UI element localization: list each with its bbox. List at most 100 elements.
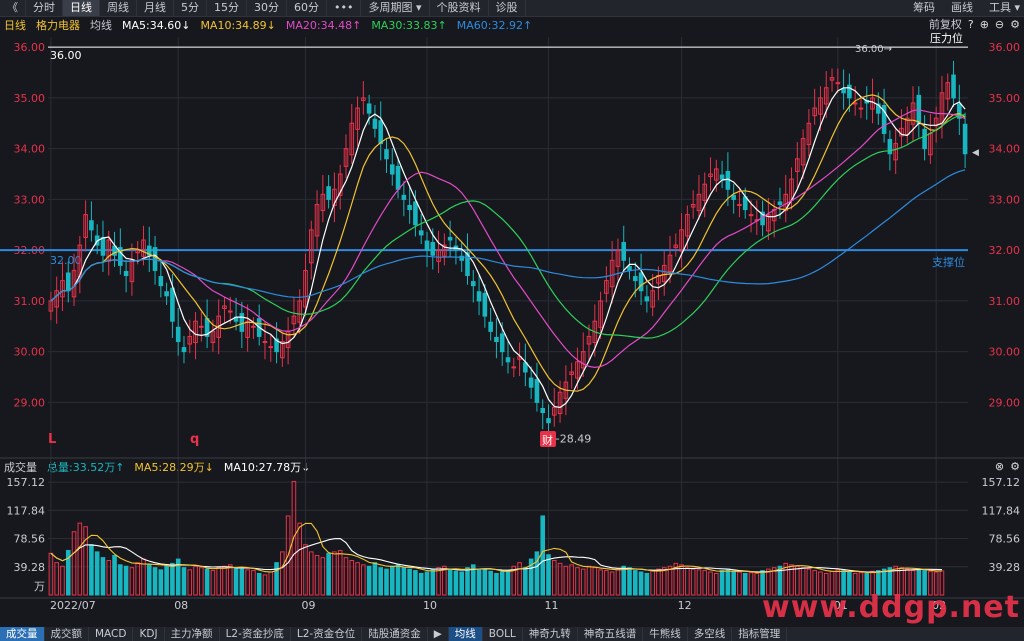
volume-bar-6 <box>83 526 88 596</box>
indicator-tab-10[interactable]: BOLL <box>483 627 523 641</box>
indicator-tab-12[interactable]: 神奇五线谱 <box>578 627 644 641</box>
volume-bar-82 <box>523 567 528 596</box>
volume-bar-45 <box>308 551 314 596</box>
candle-body-58 <box>384 149 389 160</box>
volume-bar-29 <box>216 567 221 596</box>
x-tick-2: 09 <box>301 599 315 612</box>
candle-body-63 <box>413 201 418 226</box>
candle-body-79 <box>505 357 511 363</box>
volume-bar-27 <box>204 568 210 596</box>
tab-2[interactable]: 周线 <box>100 0 137 16</box>
indicator-tab-14[interactable]: 多空线 <box>688 627 733 641</box>
candle-body-19 <box>158 276 164 287</box>
volume-bar-71 <box>459 571 465 596</box>
volume-bar-104 <box>650 570 655 596</box>
candle-body-74 <box>476 291 482 302</box>
indicator-tab-8[interactable]: ▶ <box>428 627 449 641</box>
volume-bar-89 <box>563 565 569 596</box>
volume-bar-58 <box>384 568 389 596</box>
toolbar-right-1[interactable]: 画线 <box>951 0 973 16</box>
toolbar-right-0[interactable]: 筹码 <box>913 0 935 16</box>
y-tick-right-0: 36.00 <box>989 41 1021 54</box>
volume-bar-18 <box>152 567 158 596</box>
volume-bar-115 <box>714 572 719 596</box>
y-tick-right-1: 35.00 <box>989 92 1021 105</box>
resistance-value: 36.00 <box>50 49 82 62</box>
tab-9[interactable]: 多周期图 ▾ <box>361 0 430 16</box>
toolbar-right: 筹码 画线 工具 ▾ <box>913 0 1020 16</box>
candle-body-65 <box>424 240 430 251</box>
indicator-tab-5[interactable]: L2-资金抄底 <box>220 627 291 641</box>
tab-6[interactable]: 30分 <box>247 0 287 16</box>
volume-bar-113 <box>702 570 708 596</box>
volume-bar-52 <box>349 560 355 596</box>
indicator-tab-0[interactable]: 成交量 <box>0 627 45 641</box>
volume-bar-100 <box>627 567 632 596</box>
tab-4[interactable]: 5分 <box>174 0 207 16</box>
back-button[interactable]: 《 <box>0 0 26 16</box>
tab-3[interactable]: 月线 <box>137 0 174 16</box>
tab-1[interactable]: 日线 <box>63 0 100 16</box>
support-value: 32.00 <box>50 254 82 267</box>
tab-0[interactable]: 分时 <box>26 0 63 16</box>
volume-bar-1 <box>54 562 59 596</box>
volume-bar-57 <box>378 567 383 596</box>
volume-bar-31 <box>227 564 233 596</box>
volume-bar-65 <box>424 571 430 596</box>
toolbar-right-2[interactable]: 工具 ▾ <box>989 0 1020 16</box>
indicator-tab-6[interactable]: L2-资金仓位 <box>291 627 363 641</box>
indicator-tab-1[interactable]: 成交额 <box>45 627 89 641</box>
candle-body-20 <box>164 291 169 297</box>
vol-tick-right-1: 117.84 <box>982 504 1021 517</box>
volume-bar-53 <box>355 562 360 596</box>
indicator-tab-13[interactable]: 牛熊线 <box>643 627 688 641</box>
volume-bar-120 <box>742 572 748 596</box>
volume-bar-4 <box>71 531 77 596</box>
tab-7[interactable]: 60分 <box>287 0 327 16</box>
x-tick-1: 08 <box>174 599 188 612</box>
vol-tick-left-0: 157.12 <box>7 476 46 489</box>
volume-bar-121 <box>748 572 754 596</box>
indicator-tab-2[interactable]: MACD <box>89 627 134 641</box>
candle-body-60 <box>395 165 401 190</box>
volume-bar-50 <box>337 549 343 596</box>
volume-bar-119 <box>737 571 742 596</box>
volume-bar-91 <box>575 567 580 596</box>
candle-body-23 <box>181 347 187 353</box>
candle-body-62 <box>407 204 412 211</box>
support-label: 支撑位 <box>932 255 965 269</box>
volume-bar-69 <box>447 568 453 596</box>
volume-bar-25 <box>193 565 198 596</box>
indicator-tab-4[interactable]: 主力净额 <box>165 627 220 641</box>
x-tick-5: 12 <box>678 599 692 612</box>
tab-8[interactable]: ••• <box>327 0 362 16</box>
indicator-tab-15[interactable]: 指标管理 <box>732 627 788 641</box>
indicator-tab-9[interactable]: 均线 <box>448 627 483 641</box>
period-tabs: 《分时 日线 周线 月线 5分 15分 30分 60分 ••• 多周期图 ▾ 个股资料 诊股 <box>0 0 526 16</box>
volume-bar-49 <box>332 551 337 596</box>
indicator-tab-7[interactable]: 陆股通资金 <box>362 627 428 641</box>
tab-10[interactable]: 个股资料 <box>430 0 489 16</box>
candle-body-156 <box>951 74 956 99</box>
price-pointer: ◀ <box>972 148 979 158</box>
volume-bar-23 <box>181 567 187 596</box>
candle-body-64 <box>418 230 424 236</box>
marker-q: q <box>190 432 199 447</box>
volume-bar-96 <box>604 570 609 596</box>
volume-bar-12 <box>118 564 123 596</box>
tab-11[interactable]: 诊股 <box>489 0 526 16</box>
y-tick-right-4: 32.00 <box>989 244 1021 257</box>
vol-tick-right-2: 78.56 <box>989 533 1021 546</box>
candle-body-137 <box>841 88 846 94</box>
volume-bar-11 <box>112 554 117 596</box>
indicator-tab-11[interactable]: 神奇九转 <box>523 627 578 641</box>
indicator-tab-3[interactable]: KDJ <box>133 627 165 641</box>
vol-tick-left-2: 78.56 <box>14 533 46 546</box>
volume-bar-62 <box>407 568 412 596</box>
volume-bar-105 <box>656 568 661 596</box>
volume-bar-33 <box>239 568 245 596</box>
candle-body-55 <box>366 103 372 114</box>
y-tick-left-6: 30.00 <box>14 346 46 359</box>
volume-bar-47 <box>320 557 326 596</box>
tab-5[interactable]: 15分 <box>207 0 247 16</box>
